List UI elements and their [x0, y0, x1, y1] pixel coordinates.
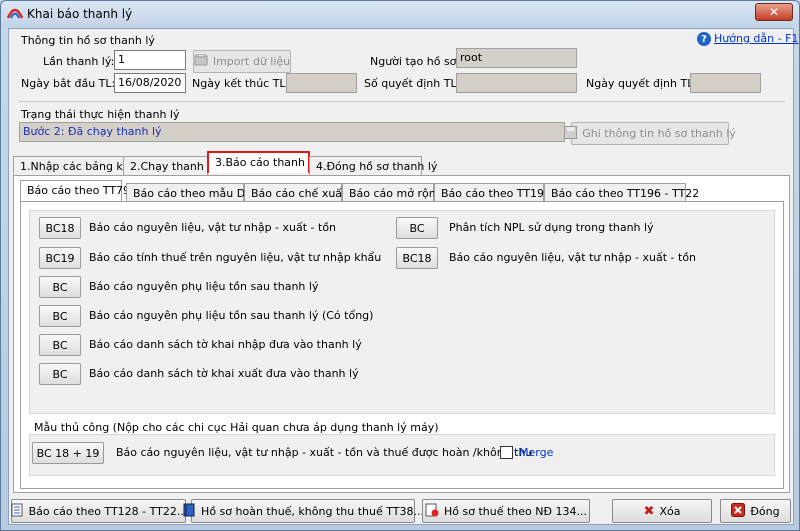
- import-data-label: Import dữ liệu: [212, 55, 291, 68]
- nd134-profile-button[interactable]: Hồ sơ thuế theo NĐ 134...: [422, 499, 590, 523]
- end-date-field[interactable]: [286, 73, 357, 93]
- status-group-title: Trạng thái thực hiện thanh lý: [21, 108, 180, 121]
- tab-bao-cao-thanh-ly[interactable]: 3.Báo cáo thanh lý: [207, 151, 318, 173]
- report-bc18-label: Báo cáo nguyên liệu, vật tư nhập - xuất …: [89, 221, 337, 234]
- report-tk-xuat-label: Báo cáo danh sách tờ khai xuất đưa vào t…: [89, 367, 359, 380]
- divider: [19, 101, 785, 102]
- merge-label[interactable]: Merge: [519, 446, 553, 459]
- help-link[interactable]: Hướng dẫn - F1: [714, 32, 798, 45]
- delete-icon: ✖: [643, 503, 655, 519]
- tab-dong-ho-so[interactable]: 4.Đóng hồ sơ thanh lý: [309, 156, 437, 176]
- tab-chay-thanh-ly[interactable]: 2.Chạy thanh lý: [123, 156, 217, 176]
- manual-report-label: Báo cáo nguyên liệu, vật tư nhập - xuất …: [116, 446, 533, 459]
- report-ton-button[interactable]: BC: [39, 276, 81, 298]
- tt128-report-label: Báo cáo theo TT128 - TT22...: [28, 504, 188, 518]
- close-button[interactable]: Đóng: [720, 499, 791, 523]
- report-bc18-button[interactable]: BC18: [39, 217, 81, 239]
- record-profile-label: Ghi thông tin hồ sơ thanh lý: [582, 127, 736, 140]
- import-icon: [194, 53, 208, 69]
- manual-panel: BC 18 + 19 Báo cáo nguyên liệu, vật tư n…: [29, 434, 775, 476]
- app-logo-icon: [7, 8, 23, 19]
- lan-thanh-ly-input[interactable]: 1: [114, 50, 186, 70]
- main-tab-panel: Báo cáo theo TT79 Báo cáo theo mẫu DN Bá…: [13, 175, 790, 493]
- report-phan-tich-npl-label: Phân tích NPL sử dụng trong thanh lý: [449, 221, 654, 234]
- import-data-button[interactable]: Import dữ liệu: [193, 50, 291, 73]
- delete-button[interactable]: ✖ Xóa: [612, 499, 712, 523]
- tt128-report-button[interactable]: Báo cáo theo TT128 - TT22...: [10, 499, 188, 523]
- subtab-mau-dn[interactable]: Báo cáo theo mẫu DN: [126, 183, 253, 203]
- subtab-che-xuat[interactable]: Báo cáo chế xuất: [244, 183, 346, 203]
- decision-number-field[interactable]: [456, 73, 577, 93]
- delete-label: Xóa: [659, 504, 681, 518]
- document-edit-icon: [425, 503, 439, 520]
- manual-bc18-19-button[interactable]: BC 18 + 19: [32, 442, 104, 464]
- start-date-input[interactable]: 16/08/2020: [114, 73, 186, 93]
- profile-group-title: Thông tin hồ sơ thanh lý: [21, 34, 155, 47]
- decision-date-label: Ngày quyết định TL:: [586, 77, 698, 90]
- report-ton-tong-label: Báo cáo nguyên phụ liệu tồn sau thanh lý…: [89, 309, 374, 322]
- manual-group-title: Mẫu thủ công (Nộp cho các chi cục Hải qu…: [34, 421, 439, 434]
- book-icon: [182, 503, 196, 520]
- merge-checkbox[interactable]: [500, 446, 513, 459]
- subtab-tt196-tt22[interactable]: Báo cáo theo TT196 - TT22: [544, 183, 699, 203]
- report-ton-tong-button[interactable]: BC: [39, 305, 81, 327]
- close-icon: [731, 502, 746, 520]
- tab-nhap-bang-ke[interactable]: 1.Nhập các bảng kê: [13, 156, 129, 176]
- report-tk-nhap-label: Báo cáo danh sách tờ khai nhập đưa vào t…: [89, 338, 362, 351]
- report-bc19-label: Báo cáo tính thuế trên nguyên liệu, vật …: [89, 251, 382, 264]
- nd134-profile-label: Hồ sơ thuế theo NĐ 134...: [444, 504, 587, 518]
- subtab-panel: BC18 Báo cáo nguyên liệu, vật tư nhập - …: [20, 201, 784, 489]
- report-ton-label: Báo cáo nguyên phụ liệu tồn sau thanh lý: [89, 280, 319, 293]
- help-icon[interactable]: ?: [697, 32, 711, 46]
- subtab-mo-rong[interactable]: Báo cáo mở rộng: [342, 183, 443, 203]
- report-tk-xuat-button[interactable]: BC: [39, 363, 81, 385]
- refund-profile-label: Hồ sơ hoàn thuế, không thu thuế TT38...: [201, 504, 424, 518]
- window-close-button[interactable]: ✕: [755, 3, 793, 21]
- creator-label: Người tạo hồ sơ:: [370, 55, 461, 68]
- start-date-label: Ngày bắt đầu TL:: [21, 77, 116, 90]
- report-bc18-alt-label: Báo cáo nguyên liệu, vật tư nhập - xuất …: [449, 251, 697, 264]
- dialog-body: Thông tin hồ sơ thanh lý ? Hướng dẫn - F…: [8, 28, 798, 525]
- record-profile-button[interactable]: Ghi thông tin hồ sơ thanh lý: [564, 122, 736, 145]
- report-bc19-button[interactable]: BC19: [39, 247, 81, 269]
- decision-number-label: Số quyết định TL:: [364, 77, 461, 90]
- refund-profile-button[interactable]: Hồ sơ hoàn thuế, không thu thuế TT38...: [183, 499, 424, 523]
- report-icon: [10, 503, 24, 520]
- report-bc18-alt-button[interactable]: BC18: [396, 247, 438, 269]
- subtab-tt79[interactable]: Báo cáo theo TT79: [20, 180, 130, 202]
- report-tk-nhap-button[interactable]: BC: [39, 334, 81, 356]
- close-label: Đóng: [750, 504, 780, 518]
- save-icon: [564, 125, 578, 142]
- title-bar: Khai báo thanh lý ✕: [1, 1, 799, 27]
- subtab-tt194[interactable]: Báo cáo theo TT194: [434, 183, 551, 203]
- creator-field: root: [456, 48, 577, 68]
- decision-date-field[interactable]: [690, 73, 761, 93]
- status-field: Bước 2: Đã chạy thanh lý: [19, 122, 565, 142]
- window-title: Khai báo thanh lý: [27, 7, 133, 21]
- end-date-label: Ngày kết thúc TL:: [192, 77, 290, 90]
- window: Khai báo thanh lý ✕ Thông tin hồ sơ than…: [0, 0, 800, 531]
- report-list-panel: BC18 Báo cáo nguyên liệu, vật tư nhập - …: [29, 210, 775, 414]
- lan-thanh-ly-label: Lần thanh lý:: [43, 55, 115, 68]
- report-phan-tich-npl-button[interactable]: BC: [396, 217, 438, 239]
